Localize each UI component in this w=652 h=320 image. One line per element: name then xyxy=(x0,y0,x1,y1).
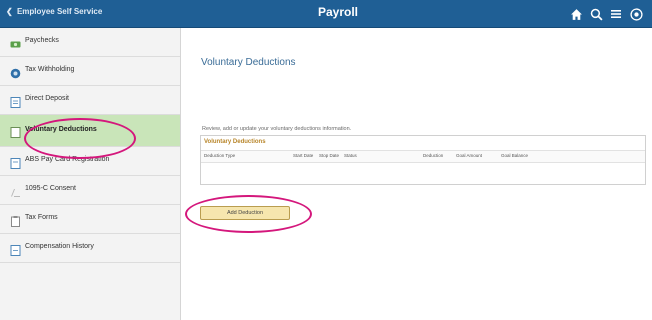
sidebar-item-label: Direct Deposit xyxy=(25,95,69,102)
forms-icon xyxy=(10,214,21,227)
consent-icon xyxy=(10,185,21,197)
deductions-icon xyxy=(10,125,21,138)
money-icon xyxy=(10,37,21,48)
navbar-icon[interactable] xyxy=(628,6,644,22)
sidebar-item-label: ABS Pay Card Registration xyxy=(25,156,110,163)
sidebar-item-tax-withholding[interactable]: Tax Withholding xyxy=(0,57,180,86)
sidebar-item-label: Voluntary Deductions xyxy=(25,126,97,133)
column-header-status[interactable]: Status xyxy=(344,153,357,158)
column-header-goal-amount[interactable]: Goal Amount xyxy=(456,153,482,158)
column-header-goal-balance[interactable]: Goal Balance xyxy=(501,153,528,158)
sidebar: Paychecks Tax Withholding Direct Deposit… xyxy=(0,28,181,320)
sidebar-item-direct-deposit[interactable]: Direct Deposit xyxy=(0,86,180,115)
column-header-start-date[interactable]: Start Date xyxy=(293,153,313,158)
sidebar-item-voluntary-deductions[interactable]: Voluntary Deductions xyxy=(0,115,180,147)
card-icon xyxy=(10,156,21,169)
sidebar-item-1095-c-consent[interactable]: 1095-C Consent xyxy=(0,176,180,205)
sidebar-item-tax-forms[interactable]: Tax Forms xyxy=(0,205,180,234)
grid-caption: Voluntary Deductions xyxy=(204,139,266,145)
back-link-label: Employee Self Service xyxy=(16,7,103,16)
search-icon[interactable] xyxy=(588,6,604,22)
main-content: Voluntary Deductions Review, add or upda… xyxy=(181,28,652,320)
instructions-text: Review, add or update your voluntary ded… xyxy=(202,126,352,132)
tax-icon xyxy=(10,66,21,79)
sidebar-item-abs-pay-card-registration[interactable]: ABS Pay Card Registration xyxy=(0,147,180,176)
home-icon[interactable] xyxy=(568,6,584,22)
sidebar-item-compensation-history[interactable]: Compensation History xyxy=(0,234,180,263)
back-link[interactable]: ❮ Employee Self Service xyxy=(6,7,102,16)
grid-header-row: Deduction Type Start Date Stop Date Stat… xyxy=(201,150,645,163)
sidebar-item-label: Tax Forms xyxy=(25,214,58,221)
sidebar-item-label: Tax Withholding xyxy=(25,66,75,73)
menu-icon[interactable] xyxy=(608,6,624,22)
page-title: Voluntary Deductions xyxy=(201,57,296,68)
sidebar-item-label: 1095-C Consent xyxy=(25,185,76,192)
column-header-deduction[interactable]: Deduction xyxy=(423,153,443,158)
sidebar-item-label: Paychecks xyxy=(25,37,59,44)
add-deduction-button[interactable]: Add Deduction xyxy=(200,206,290,220)
deposit-icon xyxy=(10,95,21,108)
column-header-stop-date[interactable]: Stop Date xyxy=(319,153,339,158)
sidebar-item-label: Compensation History xyxy=(25,243,94,250)
top-banner: ❮ Employee Self Service Payroll xyxy=(0,0,652,28)
column-header-deduction-type[interactable]: Deduction Type xyxy=(204,153,235,158)
sidebar-item-paychecks[interactable]: Paychecks xyxy=(0,28,180,57)
history-icon xyxy=(10,243,21,256)
page-header-title: Payroll xyxy=(317,5,359,19)
deductions-grid: Voluntary Deductions Deduction Type Star… xyxy=(200,135,646,185)
chevron-left-icon: ❮ xyxy=(6,7,13,16)
